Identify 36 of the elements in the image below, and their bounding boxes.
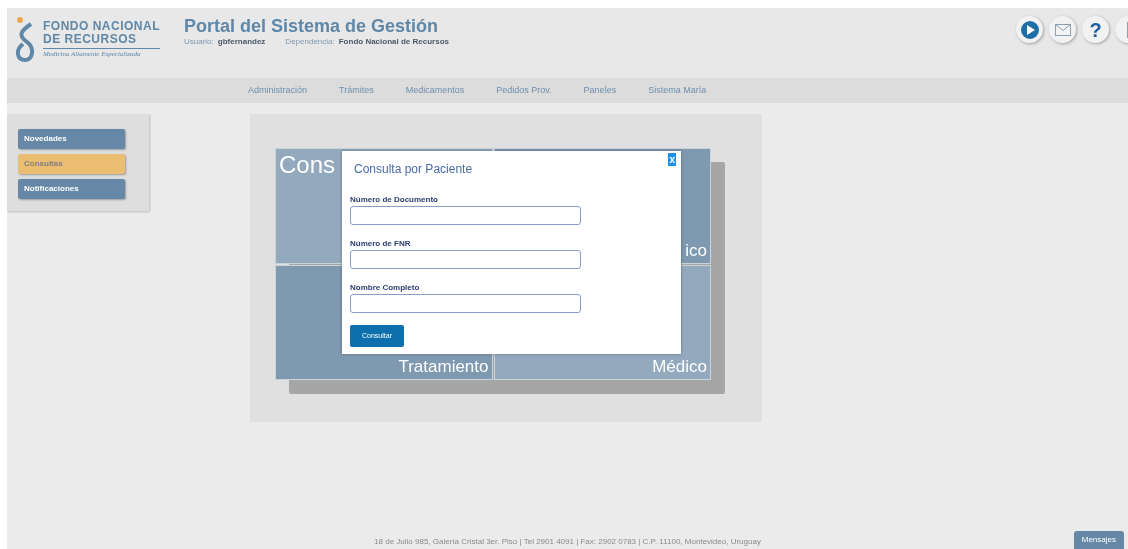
user-name: gbfernandez xyxy=(217,36,266,48)
help-button[interactable]: ? xyxy=(1082,16,1109,43)
nav-link[interactable]: Pedidos Prov. xyxy=(496,83,552,98)
nav-link[interactable]: Medicamentos xyxy=(405,83,465,98)
logo-text: DE RECURSOS xyxy=(43,32,160,49)
sidebar-item[interactable]: Notificaciones xyxy=(18,179,125,199)
nav-link[interactable]: Paneles xyxy=(583,83,617,98)
input-field[interactable] xyxy=(350,206,581,225)
sidebar-item[interactable]: Novedades xyxy=(18,129,125,149)
dependency-label: Dependencia: xyxy=(285,36,335,48)
dialog-title: Consulta por Paciente xyxy=(354,161,474,177)
play-icon xyxy=(1019,19,1040,40)
tile-label: Tratamiento xyxy=(398,358,489,375)
play-button[interactable] xyxy=(1016,16,1043,43)
field-label: Número de Documento xyxy=(350,195,438,205)
dependency-name: Fondo Nacional de Recursos xyxy=(338,36,449,48)
logo-text: FONDO NACIONAL xyxy=(43,19,160,33)
footer-text: 18 de Julio 985, Galería Cristal 3er. Piso | Tel 2901 4091 | Fax: 2902 0783 | C.P. 11100, Montevideo, Uruguay xyxy=(374,536,761,548)
portal-title: Portal del Sistema de Gestión xyxy=(184,16,440,36)
mail-icon xyxy=(1054,23,1071,36)
tile-label: Médico xyxy=(652,358,707,375)
close-button[interactable]: x xyxy=(668,153,676,166)
field-label: Número de FNR xyxy=(350,239,411,249)
nav-link[interactable]: Sistema María xyxy=(648,83,707,98)
field-label: Nombre Completo xyxy=(350,283,420,293)
nav-link[interactable]: Trámites xyxy=(339,83,374,98)
logo-icon xyxy=(15,16,37,62)
messages-button[interactable]: Mensajes xyxy=(1073,531,1124,549)
mail-button[interactable] xyxy=(1049,16,1076,43)
sidebar-item[interactable]: Consultas xyxy=(18,154,125,174)
tile-label: ico xyxy=(685,241,707,259)
nav-link[interactable]: Administración xyxy=(248,83,308,98)
input-field[interactable] xyxy=(350,250,581,269)
user-label: Usuario: xyxy=(184,36,214,48)
tile-label: Cons xyxy=(279,153,336,177)
input-field[interactable] xyxy=(350,294,581,313)
